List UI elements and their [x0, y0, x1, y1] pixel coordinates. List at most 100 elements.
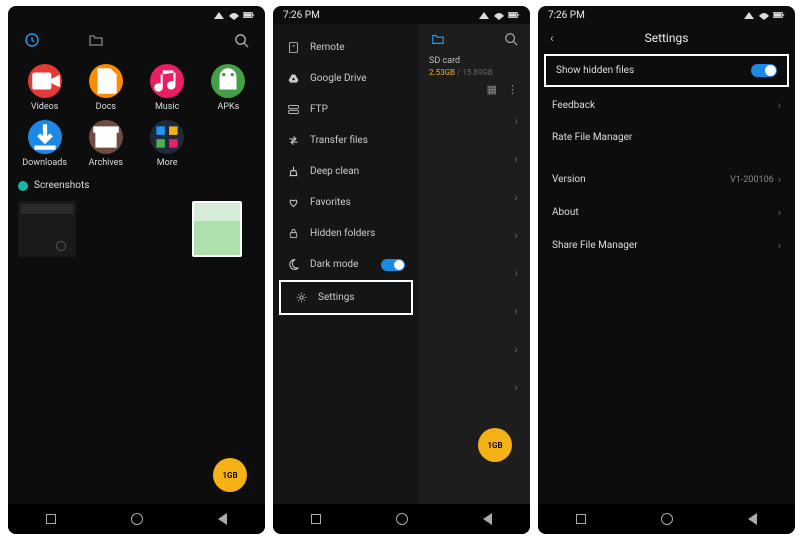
category-archives[interactable]: Archives: [75, 120, 136, 168]
section-screenshots[interactable]: Screenshots: [8, 176, 265, 195]
chevron-right-icon: ›: [778, 206, 781, 219]
chevron-right-icon: ›: [778, 239, 781, 252]
thumbnails: [8, 195, 265, 263]
screen-files-home: Videos Docs Music APKs Downloads Archives More…: [8, 6, 265, 534]
category-label: Docs: [96, 102, 116, 112]
drawer-item-remote[interactable]: Remote: [273, 32, 419, 63]
clean-icon: [287, 165, 300, 178]
list-item[interactable]: ›: [419, 254, 530, 292]
drawer-label: Hidden folders: [310, 228, 375, 239]
category-label: More: [157, 158, 178, 168]
category-apks[interactable]: APKs: [198, 64, 259, 112]
category-docs[interactable]: Docs: [75, 64, 136, 112]
status-icons: [743, 10, 785, 20]
list-item[interactable]: ›: [419, 216, 530, 254]
ftp-icon: [287, 103, 300, 116]
nav-recent-icon[interactable]: [311, 514, 321, 524]
nav-back-icon[interactable]: [218, 513, 227, 525]
drawer-item-hidden-folders[interactable]: Hidden folders: [273, 218, 419, 249]
row-share[interactable]: Share File Manager ›: [538, 229, 795, 262]
fab-cleaner[interactable]: 1GB: [213, 458, 247, 492]
category-music[interactable]: Music: [137, 64, 198, 112]
nav-home-icon[interactable]: [661, 513, 673, 525]
archive-icon: [89, 120, 123, 154]
files-pane: SD card 2.53GB / 15.89GB ▦ ⋮ › › › › › ›…: [419, 24, 530, 504]
category-label: Archives: [89, 158, 123, 168]
category-downloads[interactable]: Downloads: [14, 120, 75, 168]
drawer-item-ftp[interactable]: FTP: [273, 94, 419, 125]
label: About: [552, 207, 579, 218]
row-version[interactable]: Version V1-200106›: [538, 163, 795, 196]
lock-icon: [287, 227, 300, 240]
android-navbar: [8, 504, 265, 534]
tab-recent-icon[interactable]: [24, 32, 40, 48]
drawer-item-favorites[interactable]: Favorites: [273, 187, 419, 218]
drawer-item-google-drive[interactable]: Google Drive: [273, 63, 419, 94]
more-icon[interactable]: ⋮: [507, 83, 518, 96]
category-label: APKs: [217, 102, 239, 112]
row-feedback[interactable]: Feedback ›: [538, 89, 795, 122]
drawer-item-dark-mode[interactable]: Dark mode: [273, 249, 419, 280]
chevron-right-icon: ›: [778, 173, 781, 186]
doc-icon: [89, 64, 123, 98]
drawer-item-settings[interactable]: Settings: [279, 280, 413, 315]
category-label: Downloads: [22, 158, 67, 168]
dot-icon: [18, 181, 28, 191]
storage-stats: 2.53GB / 15.89GB: [419, 68, 530, 77]
row-about[interactable]: About ›: [538, 196, 795, 229]
label: Share File Manager: [552, 240, 638, 251]
list-item[interactable]: ›: [419, 292, 530, 330]
list-item[interactable]: ›: [419, 330, 530, 368]
drawer-label: Dark mode: [310, 259, 358, 270]
android-navbar: [538, 504, 795, 534]
category-label: Music: [155, 102, 179, 112]
row-rate[interactable]: Rate File Manager: [538, 122, 795, 153]
row-show-hidden[interactable]: Show hidden files: [544, 54, 789, 87]
list-item[interactable]: ›: [419, 140, 530, 178]
label: Feedback: [552, 100, 595, 111]
status-bar: [8, 6, 265, 24]
nav-back-icon[interactable]: [483, 513, 492, 525]
gear-icon: [295, 291, 308, 304]
toggle-dark-mode[interactable]: [381, 259, 405, 271]
status-time: 7:26 PM: [548, 10, 585, 21]
drawer-item-transfer-files[interactable]: Transfer files: [273, 125, 419, 156]
page-title: Settings: [645, 31, 689, 45]
screenshot-thumb-1[interactable]: [18, 201, 76, 257]
apk-icon: [211, 64, 245, 98]
back-icon[interactable]: ‹: [550, 31, 554, 45]
android-navbar: [273, 504, 530, 534]
music-icon: [150, 64, 184, 98]
category-more[interactable]: More: [137, 120, 198, 168]
drawer-item-deep-clean[interactable]: Deep clean: [273, 156, 419, 187]
transfer-icon: [287, 134, 300, 147]
tab-folder-icon[interactable]: [88, 32, 104, 48]
list-item[interactable]: ›: [419, 178, 530, 216]
nav-recent-icon[interactable]: [46, 514, 56, 524]
list-item[interactable]: ›: [419, 102, 530, 140]
category-videos[interactable]: Videos: [14, 64, 75, 112]
category-grid: Videos Docs Music APKs Downloads Archives More: [8, 56, 265, 176]
nav-back-icon[interactable]: [748, 513, 757, 525]
search-icon[interactable]: [504, 32, 518, 46]
status-bar: 7:26 PM: [273, 6, 530, 24]
section-label: Screenshots: [34, 180, 89, 191]
search-icon[interactable]: [234, 33, 249, 48]
nav-recent-icon[interactable]: [576, 514, 586, 524]
screenshot-thumb-2[interactable]: [192, 201, 242, 257]
nav-home-icon[interactable]: [131, 513, 143, 525]
list-item[interactable]: ›: [419, 368, 530, 406]
more-icon: [150, 120, 184, 154]
view-grid-icon[interactable]: ▦: [487, 83, 497, 96]
label: Rate File Manager: [552, 132, 632, 143]
remote-icon: [287, 41, 300, 54]
breadcrumb[interactable]: SD card: [419, 50, 530, 68]
heart-icon: [287, 196, 300, 209]
fab-cleaner[interactable]: 1GB: [478, 428, 512, 462]
nav-home-icon[interactable]: [396, 513, 408, 525]
status-bar: 7:26 PM: [538, 6, 795, 24]
screen-settings: 7:26 PM ‹ Settings Show hidden files Fee…: [538, 6, 795, 534]
toggle-hidden-files[interactable]: [751, 64, 777, 77]
tab-folder-icon[interactable]: [431, 32, 445, 46]
label: Version: [552, 174, 586, 185]
